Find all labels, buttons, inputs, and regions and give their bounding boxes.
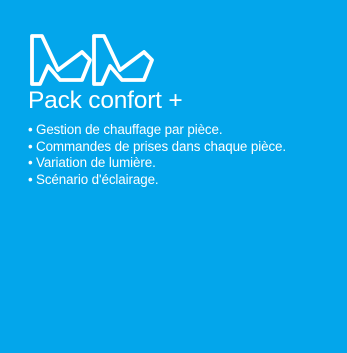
bullet: •	[28, 122, 33, 137]
bullet: •	[28, 138, 33, 154]
list-item: • Scénario d'éclairage.	[28, 172, 346, 189]
list-item: • Commandes de prises dans chaque pièce.	[28, 139, 346, 156]
feature-text: Gestion de chauffage par pièce.	[36, 122, 223, 137]
feature-text: Scénario d'éclairage.	[36, 171, 159, 187]
bullet: •	[28, 155, 33, 170]
double-armchair-icon	[30, 34, 154, 86]
pack-title: Pack confort +	[28, 87, 183, 114]
feature-text: Commandes de prises dans chaque pièce.	[36, 138, 287, 154]
list-item: • Gestion de chauffage par pièce.	[28, 122, 346, 139]
feature-text: Variation de lumière.	[36, 155, 156, 170]
feature-list: • Gestion de chauffage par pièce. • Comman…	[28, 122, 346, 188]
pack-card: Pack confort + • Gestion de chauffage par…	[0, 0, 347, 353]
list-item: • Variation de lumière.	[28, 155, 346, 172]
bullet: •	[28, 171, 33, 187]
